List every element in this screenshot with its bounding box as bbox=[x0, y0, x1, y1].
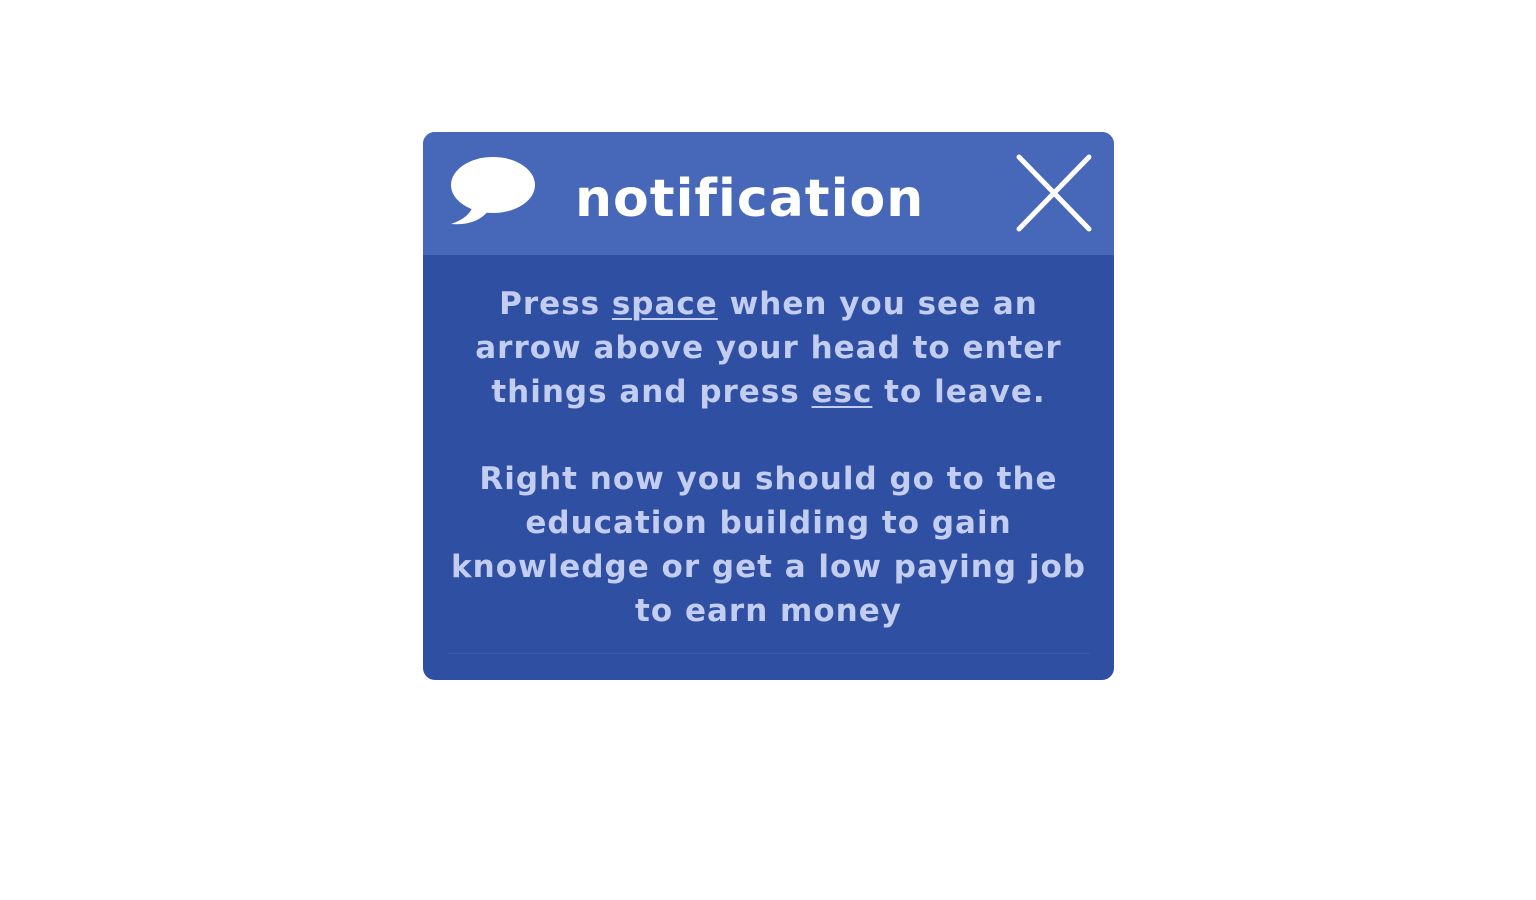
esc-key-label: esc bbox=[811, 374, 873, 410]
objective-message: Right now you should go to the education… bbox=[451, 461, 1086, 629]
message-text: Press bbox=[499, 286, 612, 322]
close-icon[interactable] bbox=[1015, 153, 1093, 233]
instruction-message: Press space when you see an arrow above … bbox=[447, 282, 1090, 414]
message-text: to leave. bbox=[872, 374, 1046, 410]
notification-title: notification bbox=[575, 169, 925, 229]
space-key-label: space bbox=[611, 286, 718, 322]
speech-bubble-icon bbox=[449, 156, 537, 228]
notification-header: notification bbox=[423, 132, 1114, 255]
notification-body: Press space when you see an arrow above … bbox=[447, 282, 1090, 633]
divider bbox=[447, 653, 1090, 654]
close-button[interactable] bbox=[1015, 153, 1093, 233]
notification-dialog: notification Press space when you see an… bbox=[423, 132, 1114, 680]
